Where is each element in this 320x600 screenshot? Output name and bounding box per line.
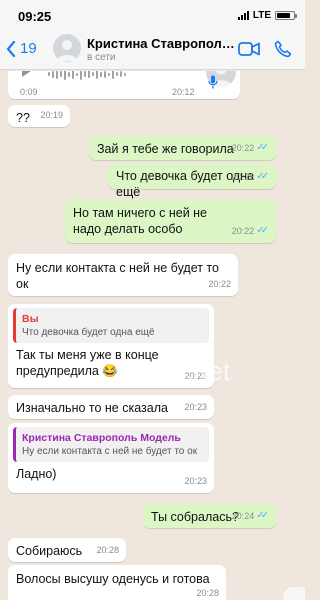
message-time: 20:23	[184, 402, 207, 412]
message-meta: 20:22 ✓✓	[232, 223, 269, 239]
avatar-placeholder-icon	[57, 40, 77, 61]
message-meta: 20:28	[96, 542, 119, 558]
message-text: ??	[16, 111, 30, 125]
message-meta: 20:23	[184, 399, 207, 415]
scroll-down-button[interactable]	[283, 587, 305, 600]
message-meta: 20:22	[208, 276, 231, 292]
double-check-icon: ✓✓	[256, 225, 269, 236]
voice-call-button[interactable]	[274, 40, 292, 63]
message-time: 20:22	[231, 143, 255, 153]
voice-message[interactable]: 0:09 20:12	[8, 71, 240, 99]
quoted-message[interactable]: Вы Что девочка будет одна ещё	[13, 308, 209, 343]
avatar[interactable]	[53, 34, 81, 62]
message-meta: 20:23	[184, 368, 207, 384]
message-bubble-incoming[interactable]: Кристина Ставрополь Модель Ну если конта…	[8, 423, 214, 493]
message-bubble-outgoing[interactable]: Зай я тебе же говорила 20:22 ✓✓	[89, 136, 276, 160]
message-bubble-outgoing[interactable]: Но там ничего с ней не надо делать особо…	[65, 199, 276, 243]
network-label: LTE	[252, 10, 271, 21]
back-button[interactable]: 19	[6, 40, 37, 57]
message-text: Зай я тебе же говорила	[97, 142, 234, 156]
contact-name[interactable]: Кристина Ставрополь Модель	[87, 36, 235, 51]
message-time: 20:28	[96, 545, 119, 555]
message-time: 20:28	[196, 588, 219, 598]
message-text: Так ты меня уже в конце предупредила 😂	[16, 348, 159, 378]
message-meta: 20:23	[184, 473, 207, 489]
message-text: Ну если контакта с ней не будет то ок	[16, 261, 219, 291]
status-bar: 09:25 LTE	[0, 0, 305, 30]
message-time: 20:19	[40, 110, 63, 120]
message-time: 20:23	[184, 476, 207, 486]
message-bubble-incoming[interactable]: Собираюсь 20:28	[8, 538, 126, 562]
quoted-message[interactable]: Кристина Ставрополь Модель Ну если конта…	[13, 427, 209, 462]
message-bubble-outgoing[interactable]: Что девочка будет одна ещё 20:22 ✓✓	[108, 163, 276, 199]
message-time: 20:22	[231, 172, 255, 182]
message-bubble-incoming[interactable]: ?? 20:19	[8, 105, 70, 127]
quote-text: Что девочка будет одна ещё	[22, 327, 155, 338]
message-text: Ты собралась?	[151, 510, 239, 524]
microphone-icon	[208, 75, 218, 89]
message-bubble-incoming[interactable]: Ну если контакта с ней не будет то ок 20…	[8, 254, 238, 296]
message-time: 20:24	[231, 511, 255, 521]
double-check-icon: ✓✓	[256, 171, 269, 182]
double-check-icon: ✓✓	[256, 510, 269, 521]
message-time: 20:23	[184, 371, 207, 381]
chevron-left-icon	[6, 40, 16, 57]
message-bubble-incoming[interactable]: Изначально то не сказала 20:23	[8, 395, 214, 419]
waveform	[48, 71, 126, 81]
message-text: Ладно)	[16, 467, 57, 481]
unread-count: 19	[20, 40, 37, 57]
chat-area[interactable]: 0:09 20:12 ?? 20:19 Зай я тебе же говори…	[0, 71, 305, 600]
message-meta: 20:22 ✓✓	[232, 140, 269, 156]
phone-icon	[274, 40, 292, 58]
message-meta: 20:28	[196, 585, 219, 600]
message-time: 20:22	[231, 226, 255, 236]
quote-text: Ну если контакта с ней не будет то ок	[22, 446, 198, 457]
message-text: Собираюсь	[16, 544, 83, 558]
play-icon[interactable]	[22, 71, 31, 77]
voice-time: 20:12	[172, 87, 195, 97]
signal-icon	[237, 11, 249, 20]
battery-icon	[275, 11, 297, 20]
chat-header: 19 Кристина Ставрополь Модель в сети	[0, 30, 305, 70]
message-bubble-outgoing[interactable]: Ты собралась? 20:24 ✓✓	[143, 504, 276, 528]
message-bubble-incoming[interactable]: Вы Что девочка будет одна ещё Так ты мен…	[8, 304, 214, 388]
status-time: 09:25	[18, 9, 52, 24]
quote-author: Вы	[22, 313, 39, 325]
message-text: Изначально то не сказала	[16, 401, 168, 415]
message-meta: 20:24 ✓✓	[232, 508, 269, 524]
video-camera-icon	[238, 42, 260, 56]
status-icons: LTE	[237, 10, 297, 21]
message-meta: 20:22 ✓✓	[232, 169, 269, 185]
message-bubble-incoming[interactable]: Волосы высушу оденусь и готова 20:28	[8, 565, 226, 600]
video-call-button[interactable]	[238, 42, 260, 61]
message-text: Волосы высушу оденусь и готова	[16, 572, 210, 586]
double-check-icon: ✓✓	[256, 142, 269, 153]
quote-author: Кристина Ставрополь Модель	[22, 432, 181, 444]
message-time: 20:22	[208, 279, 231, 289]
message-meta: 20:19	[40, 107, 63, 123]
voice-duration: 0:09	[20, 87, 38, 97]
message-text: Но там ничего с ней не надо делать особо	[73, 206, 208, 236]
contact-status: в сети	[87, 52, 116, 63]
